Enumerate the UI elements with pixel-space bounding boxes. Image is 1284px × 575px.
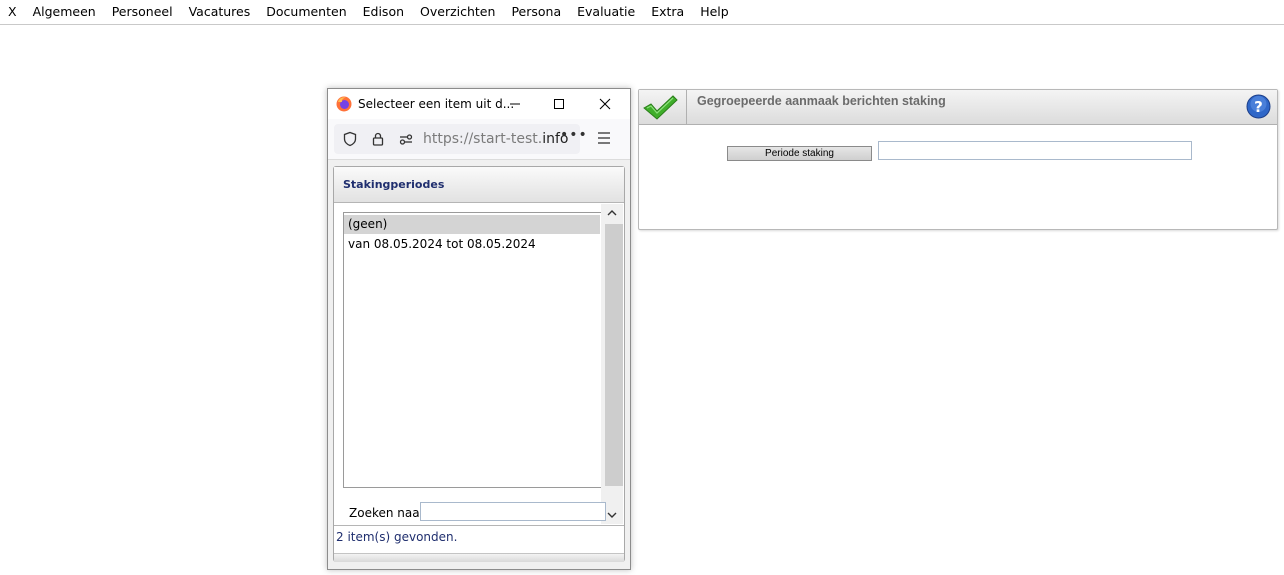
status-footer bbox=[334, 553, 624, 562]
svg-text:?: ? bbox=[1254, 98, 1263, 116]
menu-documenten[interactable]: Documenten bbox=[258, 0, 354, 24]
check-icon[interactable] bbox=[639, 90, 687, 124]
menu-bar: X Algemeen Personeel Vacatures Documente… bbox=[0, 0, 1284, 25]
menu-close[interactable]: X bbox=[0, 0, 25, 24]
menu-edison[interactable]: Edison bbox=[355, 0, 412, 24]
help-icon[interactable]: ? bbox=[1246, 94, 1271, 119]
menu-persona[interactable]: Persona bbox=[503, 0, 569, 24]
firefox-icon bbox=[336, 96, 352, 112]
maximize-button[interactable] bbox=[537, 89, 581, 119]
section-title: Stakingperiodes bbox=[343, 178, 445, 191]
url-field[interactable]: https://start-test.info ••• bbox=[334, 124, 587, 154]
minimize-button[interactable] bbox=[493, 89, 537, 119]
window-title: Selecteer een item uit d... bbox=[358, 97, 515, 111]
status-area: 2 item(s) gevonden. bbox=[334, 525, 624, 562]
search-label: Zoeken naar: bbox=[349, 506, 429, 520]
hamburger-menu-icon[interactable] bbox=[597, 131, 611, 145]
periode-staking-button[interactable]: Periode staking bbox=[727, 146, 872, 161]
periode-staking-input[interactable] bbox=[878, 141, 1192, 160]
menu-personeel[interactable]: Personeel bbox=[104, 0, 181, 24]
staking-panel: Gegroepeerde aanmaak berichten staking ?… bbox=[638, 89, 1278, 230]
shield-icon[interactable] bbox=[342, 131, 358, 147]
url-bar: https://start-test.info ••• bbox=[328, 119, 630, 160]
list-item[interactable]: (geen) bbox=[344, 215, 600, 234]
vertical-scrollbar[interactable] bbox=[601, 204, 623, 524]
status-text: 2 item(s) gevonden. bbox=[336, 530, 458, 544]
scrollbar-thumb[interactable] bbox=[605, 224, 623, 486]
menu-overzichten[interactable]: Overzichten bbox=[412, 0, 503, 24]
close-window-button[interactable] bbox=[583, 89, 627, 119]
url-prefix: https://start-test. bbox=[423, 131, 543, 147]
period-listbox[interactable]: (geen) van 08.05.2024 tot 08.05.2024 bbox=[343, 212, 623, 488]
menu-extra[interactable]: Extra bbox=[643, 0, 692, 24]
selection-content: Stakingperiodes (geen) van 08.05.2024 to… bbox=[333, 166, 625, 562]
more-actions-icon[interactable]: ••• bbox=[560, 127, 588, 143]
close-icon bbox=[599, 98, 611, 110]
lock-icon[interactable] bbox=[370, 131, 386, 147]
window-titlebar[interactable]: Selecteer een item uit d... bbox=[328, 89, 630, 119]
menu-vacatures[interactable]: Vacatures bbox=[181, 0, 259, 24]
menu-algemeen[interactable]: Algemeen bbox=[25, 0, 104, 24]
scroll-up-icon[interactable] bbox=[606, 208, 618, 218]
section-header: Stakingperiodes bbox=[334, 167, 624, 203]
menu-help[interactable]: Help bbox=[692, 0, 737, 24]
minimize-icon bbox=[510, 103, 520, 105]
list-item[interactable]: van 08.05.2024 tot 08.05.2024 bbox=[344, 235, 600, 254]
menu-evaluatie[interactable]: Evaluatie bbox=[569, 0, 643, 24]
select-item-window: Selecteer een item uit d... https://star… bbox=[327, 88, 631, 570]
permissions-icon[interactable] bbox=[398, 131, 414, 147]
panel-header: Gegroepeerde aanmaak berichten staking ? bbox=[639, 90, 1277, 125]
scroll-down-icon[interactable] bbox=[606, 510, 618, 520]
maximize-icon bbox=[554, 99, 564, 109]
panel-title: Gegroepeerde aanmaak berichten staking bbox=[697, 94, 946, 108]
url-text: https://start-test.info bbox=[423, 131, 568, 147]
search-input[interactable] bbox=[420, 502, 606, 521]
